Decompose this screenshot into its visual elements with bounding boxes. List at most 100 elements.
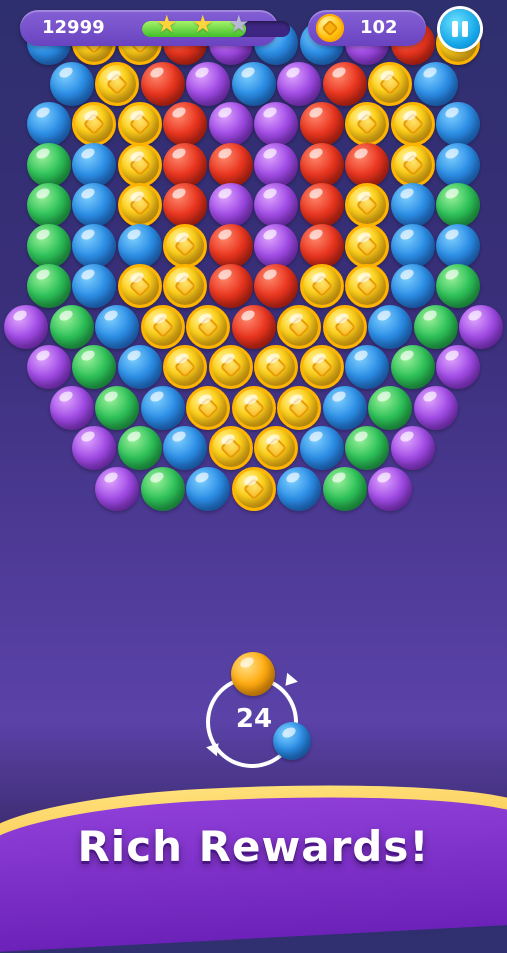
- green-bubble: [117, 426, 162, 470]
- purple-bubble: [208, 183, 253, 227]
- coin-bubble: [231, 385, 276, 430]
- purple-bubble: [49, 385, 94, 430]
- coin-bubble: [345, 102, 390, 146]
- blue-bubble: [436, 142, 481, 187]
- blue-bubble: [72, 183, 117, 227]
- purple-bubble: [277, 61, 321, 106]
- blue-bubble: [390, 223, 435, 268]
- purple-bubble: [459, 304, 503, 349]
- blue-bubble: [140, 385, 185, 430]
- coin-count: 102: [360, 17, 398, 38]
- blue-bubble: [72, 223, 117, 268]
- red-bubble: [254, 264, 299, 308]
- purple-bubble: [254, 102, 299, 146]
- coin-bubble: [254, 345, 299, 389]
- coin-bubble: [231, 466, 276, 511]
- pause-button[interactable]: [440, 9, 480, 49]
- green-bubble: [26, 142, 71, 187]
- green-bubble: [140, 466, 185, 511]
- purple-bubble: [254, 223, 299, 268]
- coin-bubble: [186, 304, 230, 349]
- blue-bubble: [231, 61, 276, 106]
- coin-bubble: [72, 102, 117, 146]
- green-bubble: [95, 385, 139, 430]
- next-bubble[interactable]: [273, 722, 311, 760]
- red-bubble: [208, 223, 253, 268]
- coin-bubble: [95, 61, 139, 106]
- coin-bubble: [208, 426, 253, 470]
- blue-bubble: [436, 102, 481, 146]
- coin-bubble: [254, 426, 299, 470]
- score-panel: 12999 ★ ★ ★: [20, 10, 290, 46]
- coin-bubble: [140, 304, 185, 349]
- purple-bubble: [413, 385, 458, 430]
- green-bubble: [345, 426, 390, 470]
- purple-bubble: [368, 466, 412, 511]
- red-bubble: [299, 223, 344, 268]
- star-icon-2: ★: [192, 10, 214, 38]
- banner-title: Rich Rewards!: [77, 822, 430, 871]
- coin-icon: [316, 14, 344, 42]
- blue-bubble: [345, 345, 390, 389]
- shots-remaining: 24: [235, 704, 273, 734]
- coin-panel[interactable]: 102: [308, 10, 426, 46]
- blue-bubble: [163, 426, 208, 470]
- blue-bubble: [95, 304, 139, 349]
- red-bubble: [140, 61, 185, 106]
- blue-bubble: [413, 61, 458, 106]
- coin-bubble: [117, 102, 162, 146]
- star-icon-1: ★: [156, 10, 178, 38]
- coin-bubble: [163, 345, 208, 389]
- star-icon-3: ★: [228, 10, 250, 38]
- red-bubble: [163, 102, 208, 146]
- coin-bubble: [322, 304, 367, 349]
- blue-bubble: [322, 385, 367, 430]
- blue-bubble: [72, 142, 117, 187]
- green-bubble: [390, 345, 435, 389]
- blue-bubble: [49, 61, 94, 106]
- red-bubble: [231, 304, 276, 349]
- green-bubble: [49, 304, 94, 349]
- red-bubble: [299, 102, 344, 146]
- red-bubble: [299, 183, 344, 227]
- purple-bubble: [186, 61, 230, 106]
- green-bubble: [436, 264, 481, 308]
- red-bubble: [208, 264, 253, 308]
- green-bubble: [322, 466, 367, 511]
- purple-bubble: [72, 426, 117, 470]
- red-bubble: [163, 183, 208, 227]
- green-bubble: [413, 304, 458, 349]
- coin-bubble: [345, 264, 390, 308]
- coin-bubble: [117, 142, 162, 187]
- pause-icon: [462, 21, 468, 37]
- purple-bubble: [26, 345, 71, 389]
- purple-bubble: [436, 345, 481, 389]
- purple-bubble: [254, 142, 299, 187]
- coin-bubble: [277, 304, 321, 349]
- green-bubble: [72, 345, 117, 389]
- coin-bubble: [299, 345, 344, 389]
- coin-bubble: [345, 183, 390, 227]
- red-bubble: [163, 142, 208, 187]
- purple-bubble: [95, 466, 139, 511]
- purple-bubble: [254, 183, 299, 227]
- purple-bubble: [4, 304, 48, 349]
- green-bubble: [26, 183, 71, 227]
- current-shooter-bubble[interactable]: [231, 652, 275, 696]
- red-bubble: [299, 142, 344, 187]
- blue-bubble: [186, 466, 230, 511]
- coin-bubble: [390, 102, 435, 146]
- blue-bubble: [436, 223, 481, 268]
- pause-icon: [452, 21, 458, 37]
- blue-bubble: [26, 102, 71, 146]
- purple-bubble: [390, 426, 435, 470]
- coin-bubble: [117, 264, 162, 308]
- green-bubble: [368, 385, 412, 430]
- blue-bubble: [277, 466, 321, 511]
- coin-bubble: [208, 345, 253, 389]
- coin-bubble: [163, 223, 208, 268]
- blue-bubble: [368, 304, 412, 349]
- coin-bubble: [345, 223, 390, 268]
- green-bubble: [26, 264, 71, 308]
- coin-bubble: [277, 385, 321, 430]
